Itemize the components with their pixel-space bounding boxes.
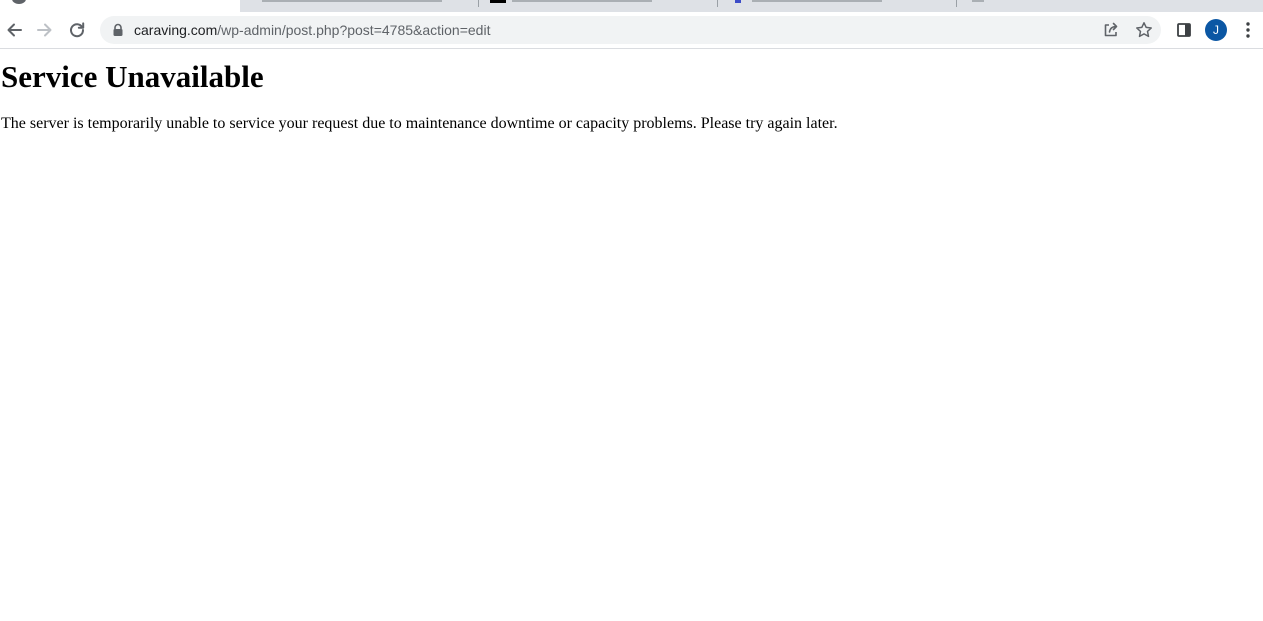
url-text[interactable]: caraving.com/wp-admin/post.php?post=4785…	[134, 16, 490, 44]
share-button[interactable]	[1101, 20, 1121, 40]
tab-4[interactable]	[972, 0, 984, 2]
back-button[interactable]	[0, 14, 30, 46]
tab-favicon-icon	[12, 0, 26, 4]
tab-separator	[717, 0, 718, 7]
reload-icon	[70, 22, 85, 38]
back-arrow-icon	[7, 23, 22, 37]
tab-strip	[0, 0, 1263, 12]
page-title: Service Unavailable	[1, 59, 264, 94]
side-panel-icon	[1177, 23, 1191, 37]
address-bar[interactable]: caraving.com/wp-admin/post.php?post=4785…	[100, 16, 1161, 44]
tab-separator	[956, 0, 957, 7]
kebab-menu-icon	[1246, 22, 1250, 38]
reload-button[interactable]	[61, 14, 93, 46]
tab-separator	[478, 0, 479, 7]
url-path: /wp-admin/post.php?post=4785&action=edit	[217, 22, 491, 38]
forward-arrow-icon	[37, 23, 52, 37]
tab-2-favicon-icon	[490, 0, 506, 3]
share-icon	[1104, 22, 1118, 37]
tab-3[interactable]	[752, 0, 882, 2]
profile-avatar[interactable]: J	[1205, 19, 1227, 41]
page-content: Service Unavailable The server is tempor…	[0, 49, 1263, 621]
tab-3-favicon-icon	[735, 0, 741, 3]
browser-toolbar: caraving.com/wp-admin/post.php?post=4785…	[0, 12, 1263, 49]
error-message: The server is temporarily unable to serv…	[1, 115, 838, 132]
url-host: caraving.com	[134, 22, 218, 38]
lock-icon[interactable]	[112, 23, 124, 37]
menu-button[interactable]	[1232, 14, 1263, 46]
tab-active[interactable]	[0, 0, 240, 12]
side-panel-button[interactable]	[1168, 14, 1200, 46]
tab-2[interactable]	[512, 0, 652, 2]
forward-button[interactable]	[29, 14, 61, 46]
star-icon	[1136, 22, 1152, 38]
browser-window: caraving.com/wp-admin/post.php?post=4785…	[0, 0, 1263, 621]
tab-1[interactable]	[262, 0, 442, 2]
bookmark-button[interactable]	[1134, 20, 1154, 40]
